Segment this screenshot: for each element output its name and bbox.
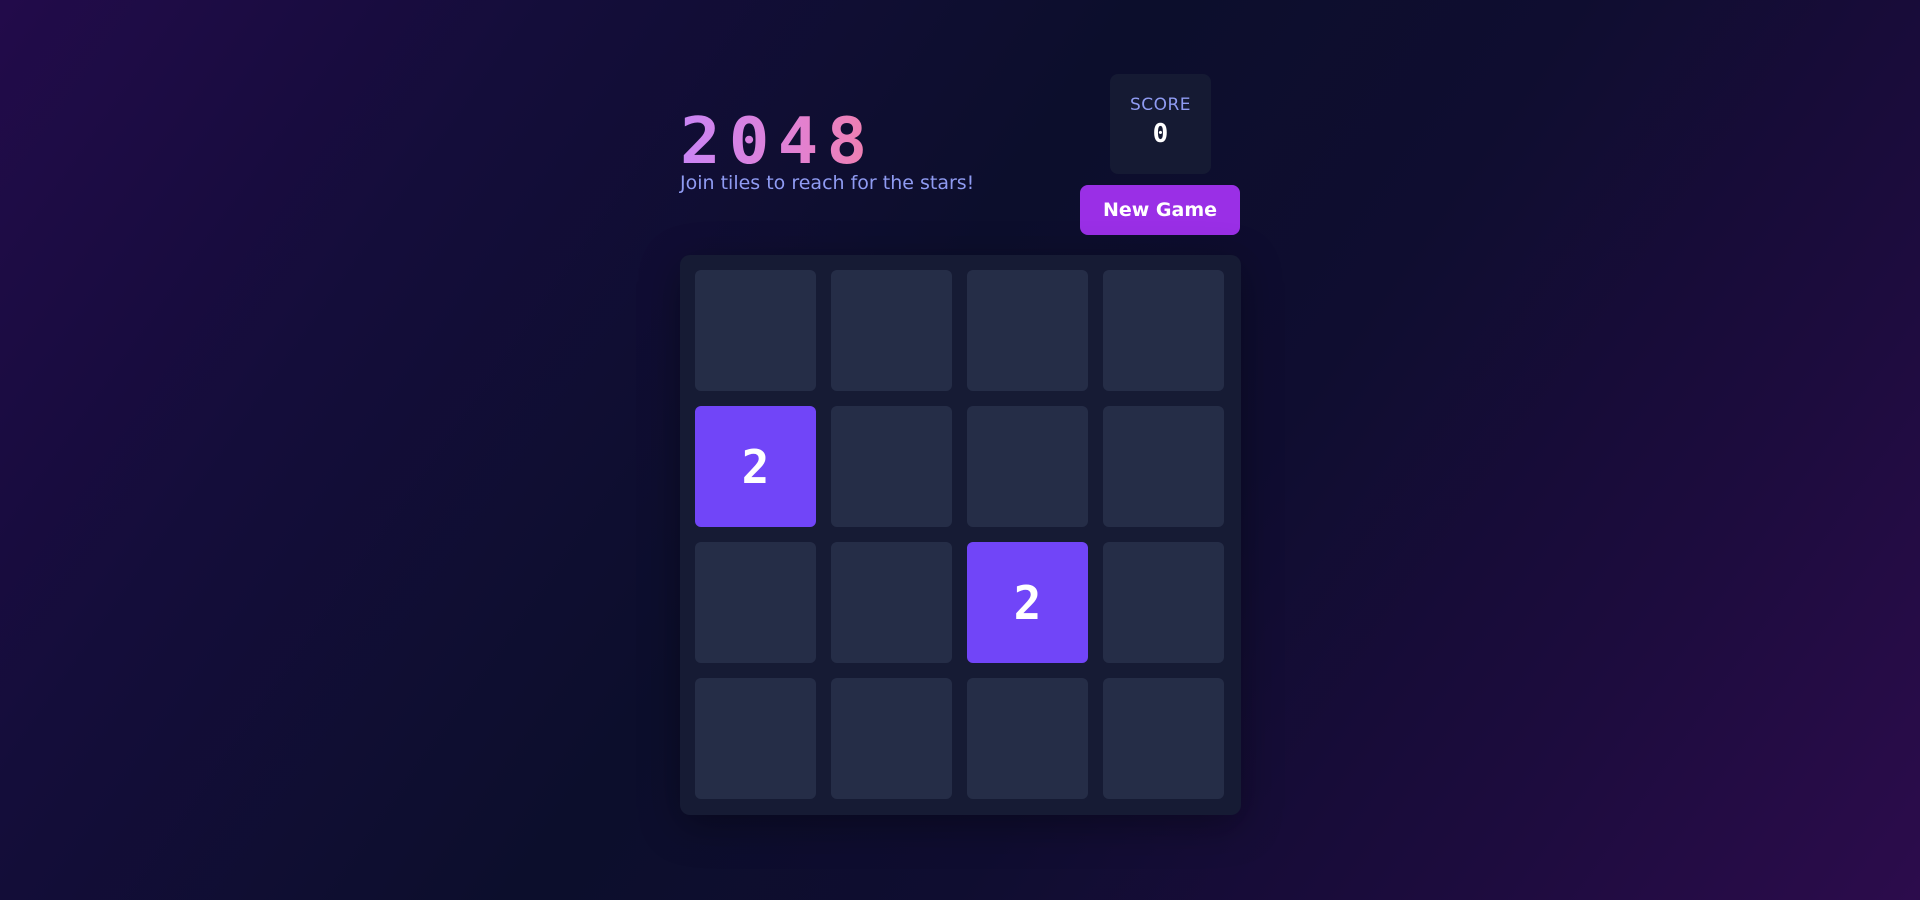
game-subtitle: Join tiles to reach for the stars! bbox=[680, 172, 975, 194]
board-cell bbox=[695, 270, 816, 391]
game-board[interactable]: 2 2 bbox=[680, 255, 1241, 815]
board-cell bbox=[967, 678, 1088, 799]
board-cell bbox=[1103, 270, 1224, 391]
board-cell bbox=[967, 406, 1088, 527]
tile-2: 2 bbox=[967, 542, 1088, 663]
new-game-button[interactable]: New Game bbox=[1080, 185, 1240, 235]
board-cell bbox=[695, 678, 816, 799]
board-cell bbox=[1103, 406, 1224, 527]
board-cell bbox=[831, 542, 952, 663]
score-box: SCORE 0 bbox=[1110, 74, 1211, 174]
board-cell bbox=[1103, 542, 1224, 663]
board-cell bbox=[967, 270, 1088, 391]
board-cell bbox=[1103, 678, 1224, 799]
tile-2: 2 bbox=[695, 406, 816, 527]
board-cell bbox=[695, 542, 816, 663]
score-value: 0 bbox=[1152, 119, 1169, 149]
game-title: 2048 bbox=[680, 105, 876, 179]
board-cell bbox=[831, 678, 952, 799]
score-label: SCORE bbox=[1129, 95, 1192, 115]
board-cell bbox=[831, 270, 952, 391]
board-cell bbox=[831, 406, 952, 527]
